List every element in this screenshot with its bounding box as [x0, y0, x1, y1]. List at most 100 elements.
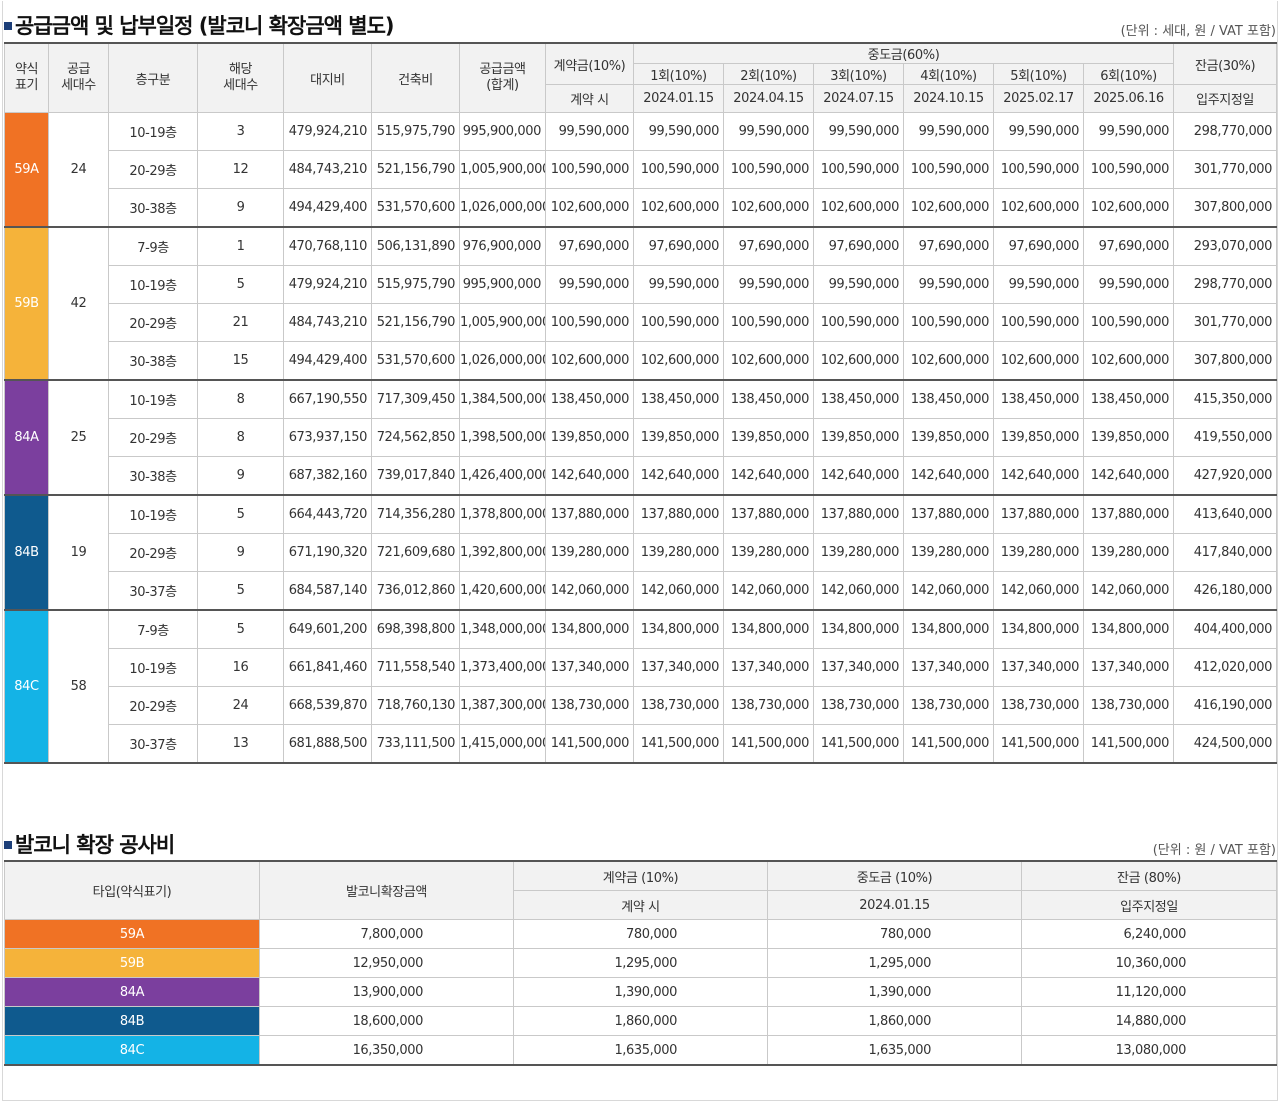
total-cost-cell: 1,378,800,000 [459, 494, 546, 534]
header-total: 공급금액 (합계) [459, 42, 546, 113]
middle-payment-cell: 142,060,000 [993, 571, 1084, 611]
units-cell: 8 [197, 379, 284, 419]
total-cost-cell: 995,900,000 [459, 112, 546, 151]
balcony-unit-note: (단위 : 원 / VAT 포함) [1152, 843, 1276, 858]
middle-payment-cell: 142,060,000 [813, 571, 904, 611]
households-cell: 24 [48, 112, 109, 228]
middle-payment-cell: 100,590,000 [903, 303, 994, 342]
balcony-type-84a: 84A [4, 977, 260, 1007]
middle-payment-cell: 139,280,000 [723, 533, 814, 572]
middle-payment-cell: 137,880,000 [993, 494, 1084, 534]
header-balance: 잔금(30%) [1173, 42, 1278, 85]
supply-section-title: 공급금액 및 납부일정 (발코니 확장금액 별도) [4, 10, 395, 40]
middle-payment-cell: 97,690,000 [1082, 226, 1175, 266]
balcony-header-balance: 잔금 (80%) [1021, 860, 1277, 891]
middle-payment-cell: 141,500,000 [903, 724, 994, 764]
table-row: 20-29층 24 668,539,870 718,760,130 1,387,300,… [5, 686, 1278, 725]
header-date-2: 2024.04.15 [723, 84, 814, 113]
balance-cell: 412,020,000 [1173, 648, 1278, 687]
land-cost-cell: 664,443,720 [283, 494, 372, 534]
section-bullet-icon [4, 841, 12, 849]
deposit-cell: 142,060,000 [545, 571, 634, 611]
building-cost-cell: 531,570,600 [371, 341, 460, 381]
supply-title-text: 공급금액 및 납부일정 (발코니 확장금액 별도) [15, 14, 395, 38]
units-cell: 5 [197, 571, 284, 611]
floor-cell: 20-29층 [108, 533, 198, 572]
balance-cell: 415,350,000 [1173, 379, 1278, 419]
households-cell: 42 [48, 226, 109, 381]
balance-cell: 298,770,000 [1173, 265, 1278, 304]
table-row: 84C 16,350,000 1,635,000 1,635,000 13,080,00… [4, 1035, 1277, 1066]
middle-payment-cell: 142,060,000 [633, 571, 724, 611]
balance-cell: 424,500,000 [1173, 724, 1278, 764]
section-bullet-icon [4, 22, 12, 30]
units-cell: 21 [197, 303, 284, 342]
balance-cell: 413,640,000 [1173, 494, 1278, 534]
units-cell: 5 [197, 265, 284, 304]
middle-payment-cell: 142,640,000 [723, 456, 814, 496]
header-installment-2: 2회(10%) [723, 63, 814, 85]
middle-payment-cell: 100,590,000 [813, 303, 904, 342]
building-cost-cell: 724,562,850 [371, 418, 460, 457]
middle-payment-cell: 99,590,000 [1082, 112, 1175, 151]
total-cost-cell: 1,384,500,000 [459, 379, 546, 419]
table-row: 20-29층 12 484,743,210 521,156,790 1,005,900,… [5, 150, 1278, 189]
balcony-header-row-1: 타입(약식표기) 발코니확장금액 계약금 (10%) 중도금 (10%) 잔금 … [4, 860, 1277, 920]
middle-payment-cell: 137,340,000 [723, 648, 814, 687]
floor-cell: 10-19층 [108, 494, 198, 534]
building-cost-cell: 717,309,450 [371, 379, 460, 419]
middle-payment-cell: 137,880,000 [723, 494, 814, 534]
units-cell: 1 [197, 226, 284, 266]
middle-payment-cell: 137,340,000 [633, 648, 724, 687]
balcony-deposit-cell: 1,390,000 [513, 977, 768, 1007]
balcony-amount-cell: 12,950,000 [259, 948, 514, 978]
table-row: 20-29층 9 671,190,320 721,609,680 1,392,800,0… [5, 533, 1278, 572]
middle-payment-cell: 102,600,000 [633, 188, 724, 228]
middle-payment-cell: 99,590,000 [993, 265, 1084, 304]
middle-payment-cell: 99,590,000 [903, 265, 994, 304]
balcony-header-deposit: 계약금 (10%) [513, 860, 768, 891]
table-row: 30-38층 9 687,382,160 739,017,840 1,426,400,0… [5, 456, 1278, 496]
table-row: 59B 42 7-9층 1 470,768,110 506,131,890 976,900,… [4, 226, 1278, 381]
middle-payment-cell: 99,590,000 [723, 265, 814, 304]
header-installment-3: 3회(10%) [813, 63, 904, 85]
floor-cell: 7-9층 [108, 609, 198, 649]
floor-cell: 30-38층 [108, 341, 198, 381]
units-cell: 13 [197, 724, 284, 764]
deposit-cell: 97,690,000 [545, 226, 634, 266]
middle-payment-cell: 102,600,000 [993, 341, 1084, 381]
building-cost-cell: 531,570,600 [371, 188, 460, 228]
middle-payment-cell: 137,340,000 [813, 648, 904, 687]
land-cost-cell: 668,539,870 [283, 686, 372, 725]
balcony-type-84b: 84B [4, 1006, 260, 1036]
type-badge-84a: 84A [4, 379, 49, 496]
header-land: 대지비 [283, 42, 372, 113]
middle-payment-cell: 137,340,000 [993, 648, 1084, 687]
middle-payment-cell: 141,500,000 [1082, 724, 1175, 764]
middle-payment-cell: 138,730,000 [813, 686, 904, 725]
deposit-cell: 142,640,000 [545, 456, 634, 496]
middle-payment-cell: 139,850,000 [723, 418, 814, 457]
supply-unit-note: (단위 : 세대, 원 / VAT 포함) [1120, 24, 1276, 39]
land-cost-cell: 667,190,550 [283, 379, 372, 419]
units-cell: 24 [197, 686, 284, 725]
header-installment-6: 6회(10%) [1082, 63, 1175, 85]
balance-cell: 427,920,000 [1173, 456, 1278, 496]
units-cell: 9 [197, 456, 284, 496]
middle-payment-cell: 134,800,000 [1082, 609, 1175, 649]
balcony-balance-cell: 10,360,000 [1021, 948, 1277, 978]
header-date-4: 2024.10.15 [903, 84, 994, 113]
type-badge-59a: 59A [4, 112, 49, 228]
middle-payment-cell: 142,060,000 [723, 571, 814, 611]
middle-payment-cell: 139,280,000 [813, 533, 904, 572]
units-cell: 9 [197, 188, 284, 228]
floor-cell: 7-9층 [108, 226, 198, 266]
deposit-cell: 99,590,000 [545, 112, 634, 151]
middle-payment-cell: 138,450,000 [993, 379, 1084, 419]
building-cost-cell: 711,558,540 [371, 648, 460, 687]
middle-payment-cell: 100,590,000 [903, 150, 994, 189]
land-cost-cell: 479,924,210 [283, 112, 372, 151]
middle-payment-cell: 102,600,000 [993, 188, 1084, 228]
land-cost-cell: 494,429,400 [283, 188, 372, 228]
middle-payment-cell: 139,850,000 [993, 418, 1084, 457]
